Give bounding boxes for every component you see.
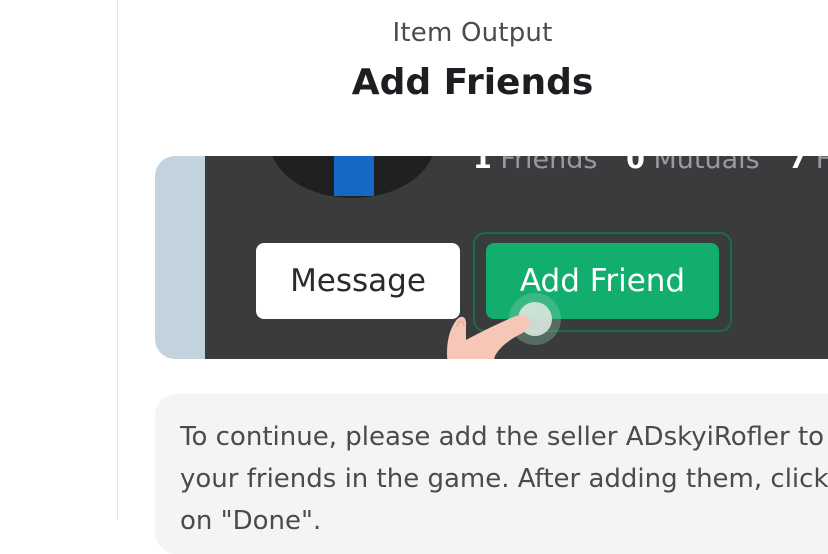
page-subtitle: Item Output	[392, 18, 553, 48]
add-friend-button[interactable]: Add Friend	[486, 243, 719, 319]
friend-preview-card: 1 Friends 0 Mutuals 7 Fo Message Add Fri…	[155, 156, 828, 359]
profile-stats: 1 Friends 0 Mutuals 7 Fo	[473, 156, 828, 175]
page-title: Add Friends	[351, 62, 594, 103]
followers-count: 7	[788, 156, 808, 175]
avatar	[270, 156, 435, 198]
instructions-text: To continue, please add the seller ADsky…	[180, 422, 828, 536]
instructions-box: To continue, please add the seller ADsky…	[155, 394, 828, 554]
mutuals-label: Mutuals	[653, 156, 760, 175]
followers-label: Fo	[815, 156, 828, 175]
avatar-body	[334, 156, 374, 196]
friends-label: Friends	[500, 156, 598, 175]
message-button[interactable]: Message	[256, 243, 460, 319]
profile-preview: 1 Friends 0 Mutuals 7 Fo Message Add Fri…	[205, 156, 828, 359]
friends-count: 1	[473, 156, 492, 175]
mutuals-count: 0	[626, 156, 645, 175]
left-panel	[0, 0, 118, 520]
